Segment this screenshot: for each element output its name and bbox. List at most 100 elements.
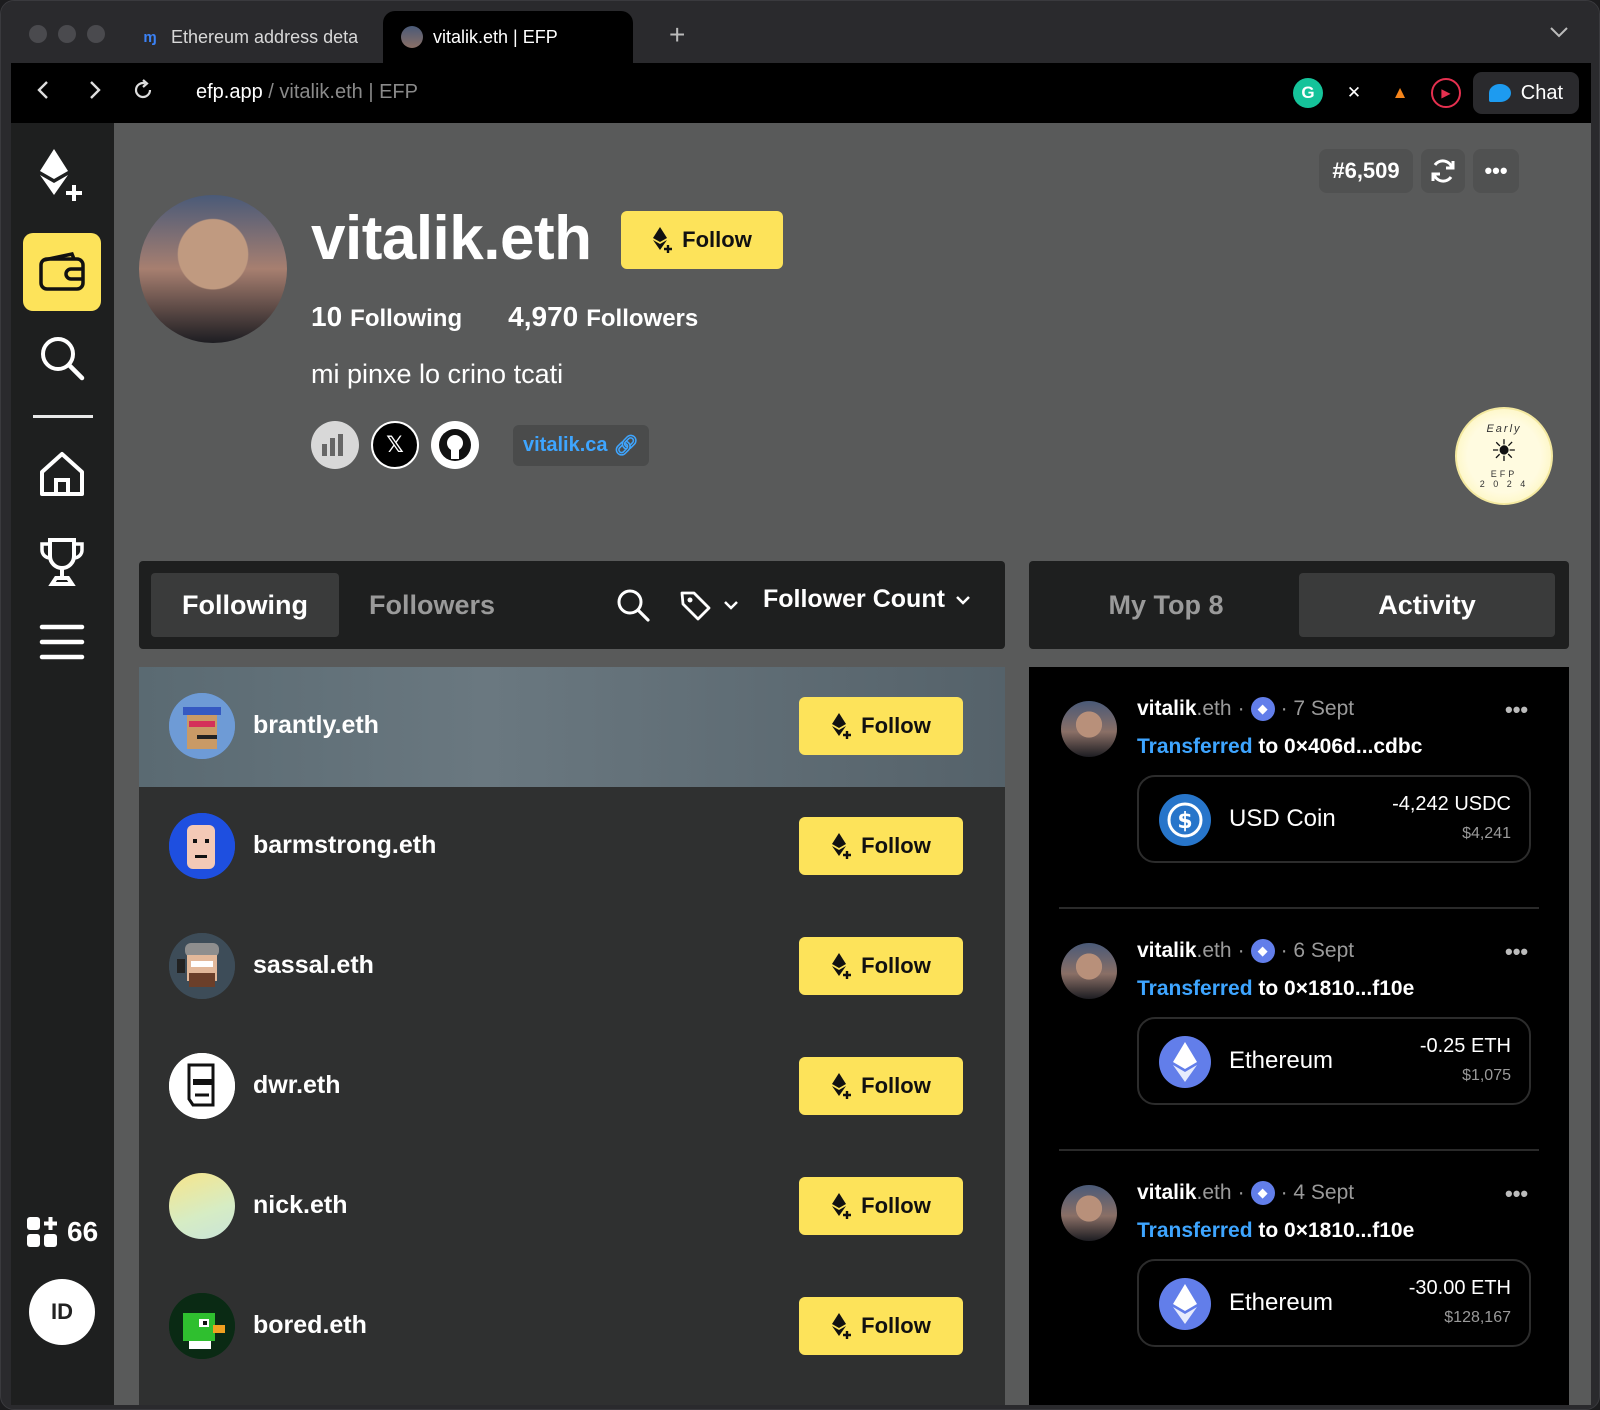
sort-dropdown[interactable]: Follower Count [763,585,971,614]
activity-more-icon[interactable]: ••• [1505,1181,1528,1207]
ethereum-identity-kit-logo[interactable]: ID [29,1279,95,1345]
efp-follow-icon [832,1073,852,1099]
activity-verb: Transferred [1137,735,1253,758]
row-name[interactable]: bored.eth [253,1311,367,1340]
follow-button[interactable]: Follow [799,937,963,995]
follow-button[interactable]: Follow [799,1177,963,1235]
tab-list-chevron-icon[interactable] [1549,21,1569,44]
more-options-button[interactable]: ••• [1473,149,1519,193]
list-item[interactable]: bored.eth Follow [139,1267,1005,1387]
follow-label: Follow [861,833,931,858]
activity-more-icon[interactable]: ••• [1505,939,1528,965]
followers-stat[interactable]: 4,970 Followers [508,301,698,333]
list-item[interactable]: barmstrong.eth Follow [139,787,1005,907]
activity-target[interactable]: to 0×1810...f10e [1253,1219,1414,1242]
new-tab-button[interactable]: + [669,19,685,51]
following-stat[interactable]: 10 Following [311,301,462,333]
sun-icon: ☀ [1490,435,1518,468]
blocker-extension-icon[interactable]: ✕ [1339,78,1369,108]
close-window-button[interactable] [29,25,47,43]
asset-card[interactable]: $ USD Coin -4,242 USDC $4,241 [1137,775,1531,863]
list-item[interactable]: nick.eth Follow [139,1147,1005,1267]
metamask-extension-icon[interactable]: ▲ [1385,78,1415,108]
list-item[interactable]: sassal.eth Follow [139,907,1005,1027]
dot-separator: · [1237,697,1245,720]
follow-button[interactable]: Follow [799,1057,963,1115]
github-social-icon[interactable] [431,421,479,469]
follow-label: Follow [861,1313,931,1338]
sidebar-item-home[interactable] [23,435,101,513]
efp-follow-icon [832,1313,852,1339]
activity-header: vitalik .eth · ◆ · 4 Sept [1137,1181,1354,1205]
chat-button[interactable]: Chat [1472,72,1579,114]
asset-usd-value: $1,075 [1462,1067,1511,1084]
farcaster-social-icon[interactable] [311,421,359,469]
tab-my-top-8[interactable]: My Top 8 [1041,573,1291,637]
website-link[interactable]: vitalik.ca 🔗︎ [513,424,649,466]
follow-button[interactable]: Follow [799,697,963,755]
ethereum-icon [1159,1278,1211,1330]
asset-card[interactable]: Ethereum -0.25 ETH $1,075 [1137,1017,1531,1105]
sidebar-apps-count[interactable]: 66 [25,1215,98,1249]
row-name[interactable]: brantly.eth [253,711,379,740]
activity-item[interactable]: vitalik .eth · ◆ · 4 Sept ••• Transferred… [1029,1151,1569,1397]
tab-followers[interactable]: Followers [351,573,513,637]
tab-following[interactable]: Following [151,573,339,637]
follow-button[interactable]: Follow [799,1297,963,1355]
rank-badge[interactable]: #6,509 [1319,149,1413,193]
sidebar-divider [33,415,93,418]
activity-description: Transferred to 0×1810...f10e [1137,977,1414,1001]
link-icon: 🔗︎ [613,434,639,457]
chat-label: Chat [1520,81,1563,104]
row-name[interactable]: dwr.eth [253,1071,341,1100]
following-list: brantly.eth Follow barmstrong.eth Follow [139,667,1005,1405]
sidebar-item-menu[interactable] [23,603,101,681]
profile-follow-button[interactable]: Follow [621,211,783,269]
recorder-extension-icon[interactable]: ▶ [1431,78,1461,108]
row-name[interactable]: nick.eth [253,1191,347,1220]
x-social-icon[interactable]: 𝕏 [371,421,419,469]
activity-target[interactable]: to 0×1810...f10e [1253,977,1414,1000]
tab-efp[interactable]: vitalik.eth | EFP [383,11,633,63]
activity-item[interactable]: vitalik .eth · ◆ · 6 Sept ••• Transferred… [1029,909,1569,1155]
activity-more-icon[interactable]: ••• [1505,697,1528,723]
maximize-window-button[interactable] [87,25,105,43]
activity-list: vitalik .eth · ◆ · 7 Sept ••• Transferred… [1029,667,1569,1405]
activity-user[interactable]: vitalik [1137,697,1197,721]
asset-amount: -30.00 ETH [1408,1277,1511,1299]
list-search-icon[interactable] [615,587,651,623]
sidebar-item-wallet[interactable] [23,233,101,311]
activity-user-suffix: .eth [1196,1181,1232,1204]
back-icon[interactable] [29,79,57,108]
sidebar-item-search[interactable] [23,319,101,397]
list-item[interactable]: dwr.eth Follow [139,1027,1005,1147]
forward-icon[interactable] [81,79,109,108]
apps-grid-icon [27,1217,57,1247]
tab-activity[interactable]: Activity [1299,573,1555,637]
activity-user[interactable]: vitalik [1137,1181,1197,1205]
tab-etherscan[interactable]: ɱ Ethereum address deta [121,11,383,63]
search-icon [41,337,85,381]
ellipsis-icon: ••• [1484,158,1508,183]
reload-icon[interactable] [129,79,157,108]
grammarly-extension-icon[interactable]: G [1293,78,1323,108]
list-item[interactable]: brantly.eth Follow [139,667,1005,787]
activity-item[interactable]: vitalik .eth · ◆ · 7 Sept ••• Transferred… [1029,667,1569,913]
activity-target[interactable]: to 0×406d...cdbc [1253,735,1422,758]
social-links: 𝕏 vitalik.ca 🔗︎ [311,421,649,469]
row-name[interactable]: barmstrong.eth [253,831,436,860]
follow-button[interactable]: Follow [799,817,963,875]
efp-follow-icon [832,953,852,979]
sidebar-item-leaderboard[interactable] [23,523,101,601]
early-efp-badge[interactable]: Early ☀ EFP 2 0 2 4 [1455,407,1553,505]
asset-card[interactable]: Ethereum -30.00 ETH $128,167 [1137,1259,1531,1347]
url-field[interactable]: efp.app / vitalik.eth | EFP [196,81,418,104]
tag-filter-icon[interactable] [677,587,747,623]
efp-logo-icon[interactable] [23,137,101,215]
ethereum-chain-icon: ◆ [1250,1181,1275,1205]
activity-user[interactable]: vitalik [1137,939,1197,963]
refresh-button[interactable] [1421,149,1465,193]
activity-header: vitalik .eth · ◆ · 7 Sept [1137,697,1354,721]
minimize-window-button[interactable] [58,25,76,43]
row-name[interactable]: sassal.eth [253,951,374,980]
